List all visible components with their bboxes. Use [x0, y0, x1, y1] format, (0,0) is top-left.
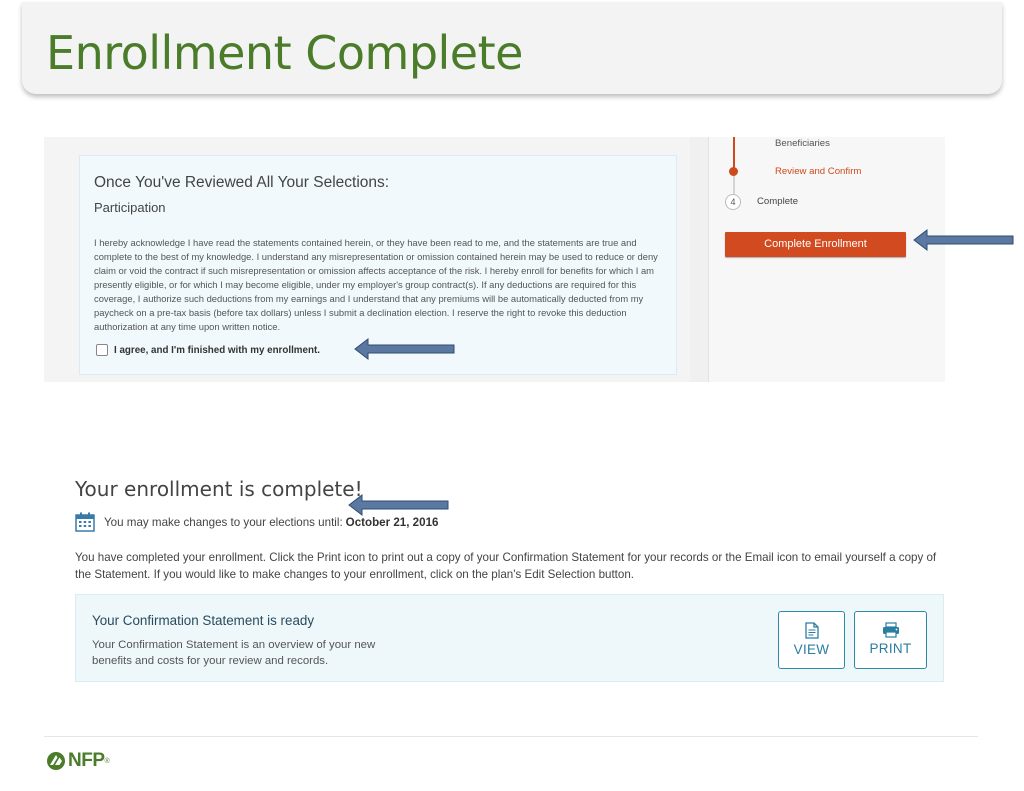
footer-divider — [44, 736, 978, 737]
printer-icon — [882, 622, 899, 638]
agree-checkbox[interactable] — [96, 344, 108, 356]
deadline-row: You may make changes to your elections u… — [75, 512, 438, 532]
completion-instructions: You have completed your enrollment. Clic… — [75, 551, 937, 581]
logo-text: NFP — [68, 750, 105, 771]
complete-enrollment-button[interactable]: Complete Enrollment — [725, 232, 906, 257]
slide-title-bar: Enrollment Complete — [22, 2, 1002, 94]
enrollment-complete-heading: Your enrollment is complete! — [75, 477, 363, 501]
deadline-prefix: You may make changes to your elections u… — [104, 515, 343, 529]
step-beneficiaries[interactable]: Beneficiaries — [775, 138, 830, 149]
view-button-label: VIEW — [793, 642, 830, 657]
step-review-and-confirm[interactable]: Review and Confirm — [775, 166, 861, 177]
document-icon — [804, 622, 819, 639]
calendar-icon — [75, 512, 95, 532]
agree-label[interactable]: I agree, and I'm finished with my enroll… — [114, 345, 320, 356]
view-statement-button[interactable]: VIEW — [778, 611, 845, 669]
callout-arrow-icon — [913, 228, 1014, 252]
step-complete: Complete — [757, 196, 799, 207]
slide-title: Enrollment Complete — [46, 26, 523, 80]
step-number-badge: 4 — [725, 194, 741, 210]
print-statement-button[interactable]: PRINT — [854, 611, 927, 669]
statement-ready-title: Your Confirmation Statement is ready — [92, 613, 315, 628]
step-current-dot — [729, 167, 738, 176]
print-button-label: PRINT — [869, 641, 912, 656]
agree-row[interactable]: I agree, and I'm finished with my enroll… — [96, 344, 320, 356]
review-heading: Once You've Reviewed All Your Selections… — [94, 174, 390, 191]
legal-acknowledgement-text: I hereby acknowledge I have read the sta… — [94, 237, 658, 332]
step-connector-active — [733, 137, 735, 171]
logo-registered-mark: ® — [104, 757, 110, 765]
callout-arrow-icon — [354, 337, 455, 361]
nfp-logo-icon — [47, 752, 65, 770]
statement-description: Your Confirmation Statement is an overvi… — [92, 639, 376, 667]
review-subheading: Participation — [94, 200, 166, 215]
nfp-logo: NFP ® — [46, 750, 110, 772]
deadline-date: October 21, 2016 — [345, 515, 439, 529]
